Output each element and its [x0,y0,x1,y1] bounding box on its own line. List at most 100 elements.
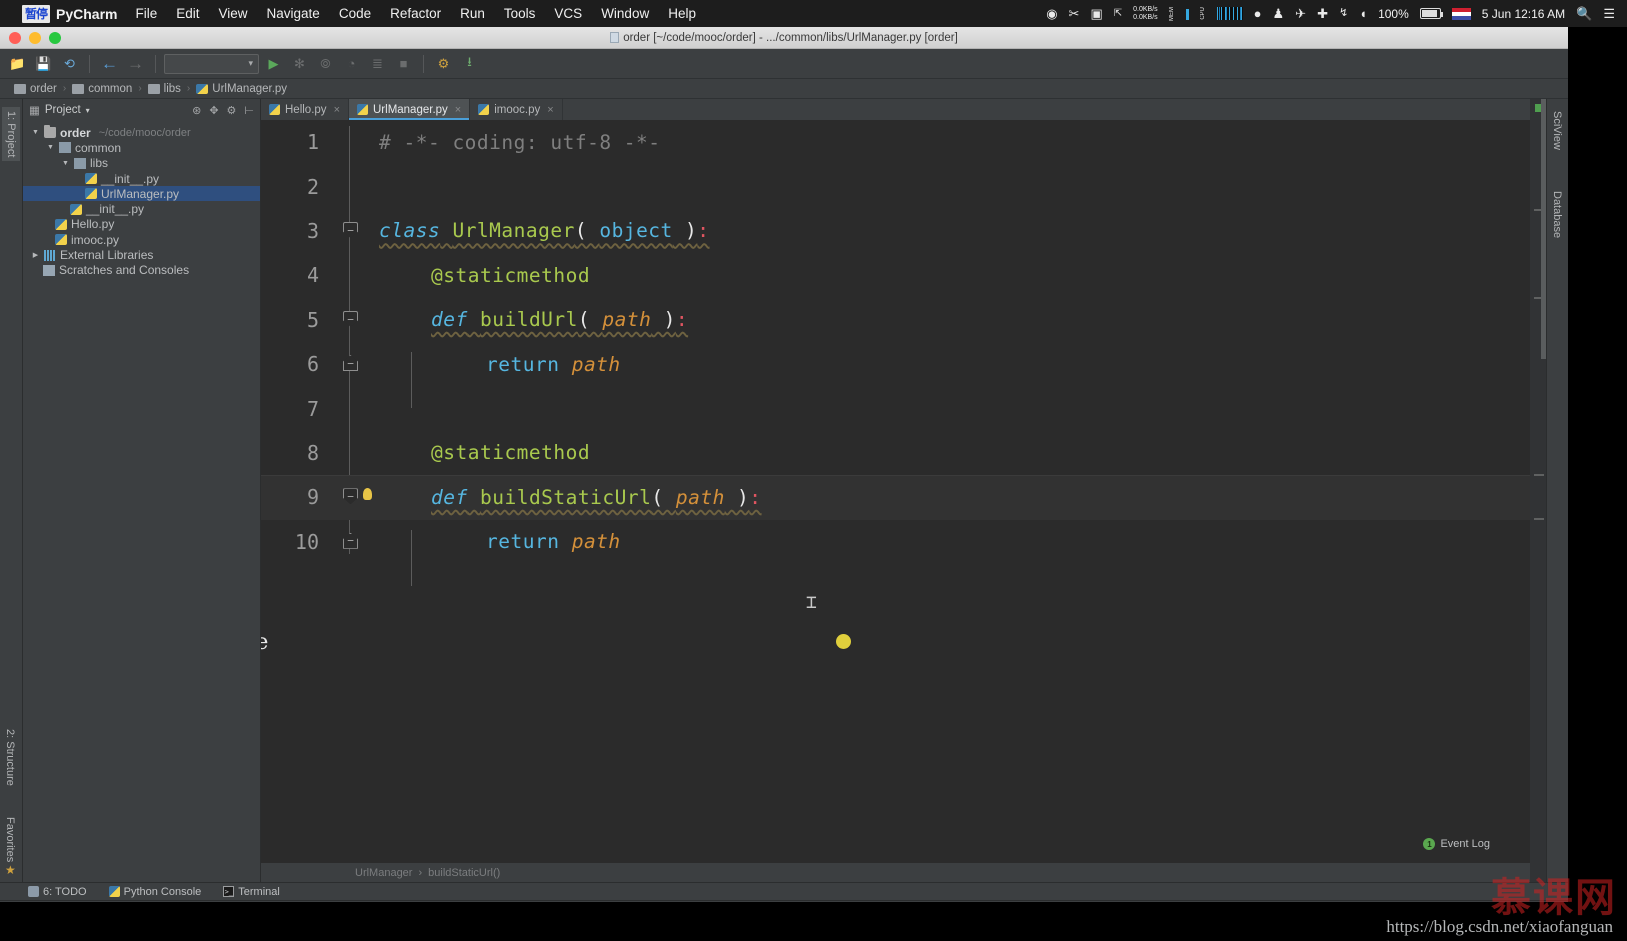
run-console-icon[interactable]: ≣ [366,52,389,75]
input-language-flag-icon[interactable] [1451,7,1471,20]
fold-collapse-icon[interactable]: − [343,488,358,505]
fold-collapse-icon[interactable]: − [343,221,358,238]
twisty-icon[interactable]: ▼ [61,160,70,167]
tab-urlmanager-py[interactable]: UrlManager.py × [349,99,471,120]
navigate-back-icon[interactable]: ← [98,52,121,75]
breadcrumb-item-order[interactable]: order [10,83,61,95]
tree-item-scratches[interactable]: Scratches and Consoles [23,263,260,278]
tool-window-terminal[interactable]: >_ Terminal [223,886,280,898]
tab-imooc-py[interactable]: imooc.py × [470,99,563,120]
menu-vcs[interactable]: VCS [554,6,582,21]
gutter[interactable]: − [329,298,371,342]
code-canvas[interactable]: 1 # -*- coding: utf-8 -*- 2 3 − class Ur… [261,120,1530,863]
gutter[interactable]: − [329,209,371,253]
twisty-icon[interactable]: ▶ [31,251,40,259]
menu-run[interactable]: Run [460,6,485,21]
search-icon[interactable]: 🔍 [1576,7,1592,20]
telegram-icon[interactable]: ✈ [1295,7,1306,20]
breadcrumb-item-urlmanager[interactable]: UrlManager.py [192,83,291,95]
tool-window-todo[interactable]: 6: TODO [28,886,87,898]
scissors-icon[interactable]: ✂ [1069,7,1080,20]
stripe-mark[interactable] [1534,518,1544,520]
navbar-method[interactable]: buildStaticUrl() [428,867,500,879]
clock[interactable]: 5 Jun 12:16 AM [1482,7,1565,21]
run-configuration-selector[interactable]: ▾ [164,53,259,74]
code-line-9[interactable]: 9 − def buildStaticUrl( path ): [261,475,1530,520]
save-all-icon[interactable]: 💾 [32,52,55,75]
fold-end-icon[interactable]: − [343,532,358,549]
menu-edit[interactable]: Edit [176,6,199,21]
menu-refactor[interactable]: Refactor [390,6,441,21]
close-tab-icon[interactable]: × [334,104,340,116]
tool-button-structure[interactable]: 2: Structure [4,729,16,786]
tree-item-external-libraries[interactable]: ▶ External Libraries [23,247,260,262]
resize-icon[interactable]: ⇱ [1114,8,1122,19]
gutter[interactable] [329,431,371,475]
sync-icon[interactable]: ⟲ [58,52,81,75]
stripe-mark[interactable] [1534,474,1544,476]
breadcrumb-item-libs[interactable]: libs [144,83,185,95]
event-log-button[interactable]: 1 Event Log [1423,838,1490,850]
menu-window[interactable]: Window [601,6,649,21]
code-line-10[interactable]: 10 − return path [261,520,1530,564]
gutter[interactable]: − [329,342,371,386]
tree-item-hello[interactable]: Hello.py [23,217,260,232]
code-line-8[interactable]: 8 @staticmethod [261,431,1530,475]
settings-gear-icon[interactable]: ⚙ [432,52,455,75]
code-line-4[interactable]: 4 @staticmethod [261,253,1530,297]
cpu-graph-icon[interactable] [1216,7,1243,20]
tool-button-favorites[interactable]: Favorites [4,817,16,862]
breadcrumb-item-common[interactable]: common [68,83,136,95]
project-panel-title[interactable]: Project [45,104,81,116]
locate-icon[interactable]: ✥ [209,104,218,117]
code-line-7[interactable]: 7 [261,386,1530,430]
tool-button-sciview[interactable]: SciView [1551,111,1563,150]
tree-item-libs[interactable]: ▼ libs [23,156,260,171]
menu-file[interactable]: File [135,6,157,21]
navbar-class[interactable]: UrlManager [355,867,412,879]
chevron-down-icon[interactable]: ▾ [86,106,90,115]
tree-item-common[interactable]: ▼ common [23,140,260,155]
notification-center-icon[interactable]: ☰ [1603,7,1615,20]
tool-button-project[interactable]: 1: Project [2,107,20,162]
menu-help[interactable]: Help [668,6,696,21]
tree-item-init-libs[interactable]: __init__.py [23,171,260,186]
menu-app-name[interactable]: PyCharm [56,6,117,22]
bluetooth-icon[interactable]: ↯ [1339,8,1348,19]
gutter[interactable] [329,387,371,431]
tree-item-urlmanager[interactable]: UrlManager.py [23,186,260,202]
record-icon[interactable]: ◉ [1046,7,1057,20]
close-tab-icon[interactable]: × [455,104,461,116]
code-line-6[interactable]: 6 − return path [261,342,1530,386]
profile-icon[interactable]: ◔ [340,52,363,75]
memory-bar-icon[interactable] [1185,7,1189,20]
tool-window-python-console[interactable]: Python Console [108,886,201,898]
wifi-icon[interactable]: ◖ [1359,7,1367,20]
debug-icon[interactable]: ✻ [288,52,311,75]
dropbox-icon[interactable]: ● [1254,7,1262,20]
plus-app-icon[interactable]: ✚ [1317,7,1328,20]
tab-hello-py[interactable]: Hello.py × [261,99,349,120]
hide-panel-icon[interactable]: ⊢ [244,104,254,117]
open-project-icon[interactable]: 📁 [6,52,29,75]
code-line-2[interactable]: 2 [261,164,1530,208]
fold-collapse-icon[interactable]: − [343,310,358,327]
fold-end-icon[interactable]: − [343,355,358,372]
gutter[interactable] [329,120,371,164]
coverage-icon[interactable]: ⦾ [314,52,337,75]
menu-navigate[interactable]: Navigate [267,6,320,21]
update-project-icon[interactable]: ⭳ [458,52,481,75]
tree-item-order[interactable]: ▼ order ~/code/mooc/order [23,125,260,140]
intention-bulb-icon[interactable] [363,488,372,501]
gutter[interactable]: − [329,520,371,564]
code-line-1[interactable]: 1 # -*- coding: utf-8 -*- [261,120,1530,164]
tool-button-database[interactable]: Database [1551,191,1563,238]
gear-icon[interactable]: ⚙ [227,104,237,117]
favorites-star-icon[interactable]: ★ [5,863,16,877]
gutter[interactable] [329,165,371,209]
editor-error-stripe[interactable] [1530,99,1546,882]
shield-icon[interactable]: ♟ [1273,7,1285,20]
collapse-all-icon[interactable]: ⊛ [192,104,201,117]
network-rate-indicator[interactable]: 0.0KB/s 0.0KB/s [1133,6,1158,22]
battery-icon[interactable] [1419,8,1443,19]
